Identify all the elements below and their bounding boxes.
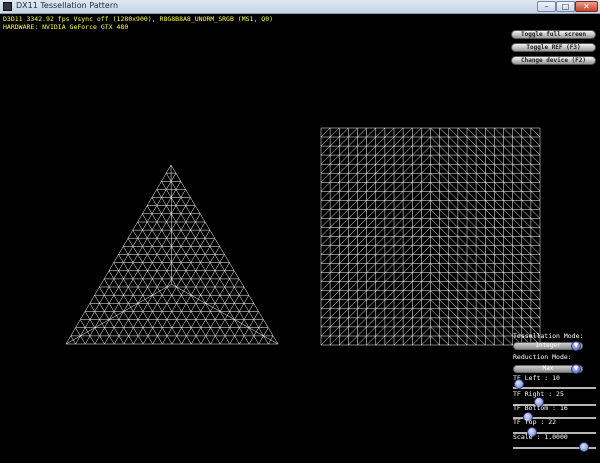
render-viewport[interactable]: D3D11 3342.92 fps Vsync off (1280x900), … bbox=[0, 14, 600, 463]
app-window: DX11 Tessellation Pattern – □ ✕ D3D11 33… bbox=[0, 0, 600, 463]
quad-wireframe bbox=[320, 127, 541, 346]
chevron-down-icon[interactable]: ▼ bbox=[571, 341, 581, 351]
minimize-button[interactable]: – bbox=[537, 1, 556, 12]
triangle-wireframe bbox=[65, 164, 279, 345]
tf-top-label: TF Top : 22 bbox=[513, 418, 557, 426]
close-button[interactable]: ✕ bbox=[575, 1, 598, 12]
window-title: DX11 Tessellation Pattern bbox=[16, 1, 119, 10]
scale-slider-thumb[interactable] bbox=[579, 442, 589, 452]
tf-bottom-label: TF Bottom : 16 bbox=[513, 404, 568, 412]
toggle-ref-button[interactable]: Toggle REF (F3) bbox=[511, 43, 596, 52]
chevron-down-icon[interactable]: ▼ bbox=[571, 364, 581, 374]
tf-left-slider-thumb[interactable] bbox=[514, 379, 524, 389]
tf-left-slider[interactable] bbox=[513, 387, 596, 389]
wireframe-layer bbox=[65, 127, 541, 346]
toggle-fullscreen-button[interactable]: Toggle full screen bbox=[511, 30, 596, 39]
tessellation-mode-label: Tessellation Mode: bbox=[513, 332, 584, 340]
title-bar[interactable]: DX11 Tessellation Pattern – □ ✕ bbox=[0, 0, 600, 14]
change-device-button[interactable]: Change device (F2) bbox=[511, 56, 596, 65]
app-icon bbox=[3, 2, 12, 11]
scale-label: Scale : 1.0000 bbox=[513, 433, 568, 441]
reduction-mode-label: Reduction Mode: bbox=[513, 353, 572, 361]
maximize-button[interactable]: □ bbox=[556, 1, 575, 12]
